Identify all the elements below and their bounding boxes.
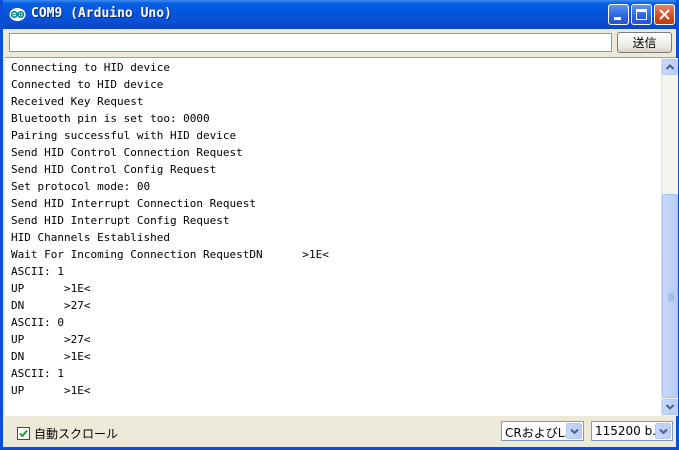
console-line: Send HID Interrupt Connection Request xyxy=(11,197,257,210)
console-line: ASCII: 1 xyxy=(11,265,64,278)
checkmark-icon xyxy=(19,429,28,438)
minimize-icon xyxy=(614,17,621,20)
scroll-thumb[interactable] xyxy=(662,194,678,398)
autoscroll-toggle[interactable]: 自動スクロール xyxy=(17,425,118,442)
maximize-icon xyxy=(636,9,647,20)
grip-icon xyxy=(668,293,674,301)
close-button[interactable] xyxy=(654,4,675,25)
send-button[interactable]: 送信 xyxy=(617,32,672,53)
baud-rate-select[interactable]: 115200 b... xyxy=(591,421,673,441)
autoscroll-label: 自動スクロール xyxy=(34,427,119,441)
console-line: DN >1E< xyxy=(11,350,91,363)
window-title: COM9 (Arduino Uno) xyxy=(31,6,172,21)
console-line: Pairing successful with HID device xyxy=(11,129,237,142)
chevron-down-icon xyxy=(659,428,668,435)
close-icon xyxy=(659,9,670,20)
output-lines: Connecting to HID device Connected to HID… xyxy=(11,59,656,399)
send-bar: 送信 xyxy=(3,29,676,57)
arduino-logo-icon xyxy=(9,8,26,21)
baud-rate-value: 115200 b... xyxy=(595,424,664,438)
vertical-scrollbar[interactable] xyxy=(661,58,678,416)
console-line: Set protocol mode: 00 xyxy=(11,180,151,193)
serial-output[interactable]: Connecting to HID device Connected to HID… xyxy=(5,57,678,416)
baud-rate-dropdown-button[interactable] xyxy=(655,423,671,439)
serial-monitor-window: COM9 (Arduino Uno) 送信 Connecting to HID … xyxy=(0,0,679,450)
console-line: Bluetooth pin is set too: 0000 xyxy=(11,112,210,125)
chevron-down-icon xyxy=(665,404,675,410)
console-line: ASCII: 0 xyxy=(11,316,64,329)
console-line: ASCII: 1 xyxy=(11,367,64,380)
console-line: Received Key Request xyxy=(11,95,144,108)
console-line: DN >27< xyxy=(11,299,91,312)
console-line: Send HID Interrupt Config Request xyxy=(11,214,230,227)
serial-input[interactable] xyxy=(9,33,612,52)
scroll-down-button[interactable] xyxy=(662,399,678,415)
console-line: Connecting to HID device xyxy=(11,61,170,74)
line-ending-select[interactable]: CRおよびL... xyxy=(501,421,584,441)
console-line: UP >1E< xyxy=(11,384,91,397)
title-bar[interactable]: COM9 (Arduino Uno) xyxy=(3,0,676,29)
console-line: Send HID Control Config Request xyxy=(11,163,217,176)
console-line: Wait For Incoming Connection RequestDN >… xyxy=(11,248,329,261)
chevron-up-icon xyxy=(665,64,675,70)
maximize-button[interactable] xyxy=(631,4,652,25)
console-line: Send HID Control Connection Request xyxy=(11,146,243,159)
console-line: Connected to HID device xyxy=(11,78,164,91)
autoscroll-checkbox[interactable] xyxy=(17,427,30,440)
console-line: UP >27< xyxy=(11,333,91,346)
chevron-down-icon xyxy=(570,428,579,435)
console-line: HID Channels Established xyxy=(11,231,170,244)
minimize-button[interactable] xyxy=(608,4,629,25)
status-bar: 自動スクロール CRおよびL... 115200 b... xyxy=(3,416,676,447)
line-ending-dropdown-button[interactable] xyxy=(566,423,582,439)
scroll-up-button[interactable] xyxy=(662,59,678,75)
console-line: UP >1E< xyxy=(11,282,91,295)
